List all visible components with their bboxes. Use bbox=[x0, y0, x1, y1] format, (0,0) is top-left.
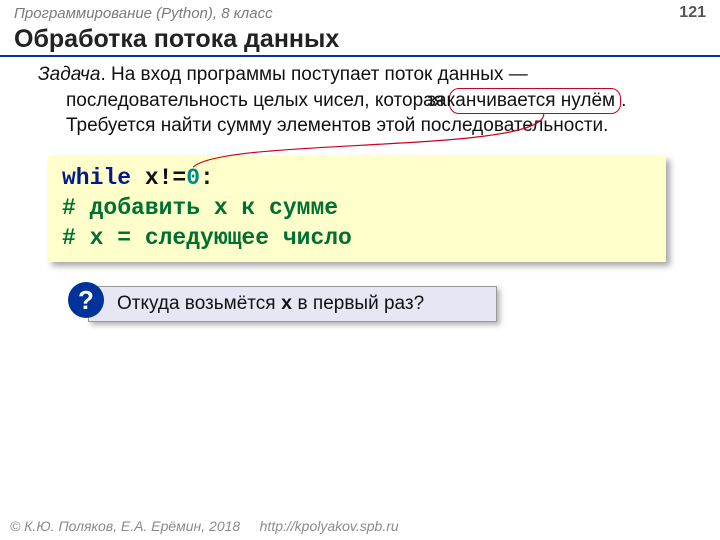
question-before: Откуда возьмётся bbox=[117, 293, 281, 314]
code-cond-var: x!= bbox=[131, 165, 186, 191]
code-block: while x!=0: # добавить x к сумме # x = с… bbox=[48, 156, 666, 262]
footer-copyright: © К.Ю. Поляков, Е.А. Ерёмин, 2018 bbox=[10, 518, 240, 534]
code-colon: : bbox=[200, 165, 214, 191]
code-keyword-while: while bbox=[62, 165, 131, 191]
question-mark-icon: ? bbox=[68, 282, 104, 318]
question-box: Откуда возьмётся x в первый раз? bbox=[88, 286, 497, 322]
highlight-ends-with-zero: заканчивается нулём bbox=[449, 88, 621, 114]
question-var: x bbox=[281, 293, 292, 315]
question-after: в первый раз? bbox=[292, 293, 424, 314]
code-comment-2: # x = следующее число bbox=[62, 224, 652, 254]
task-label: Задача bbox=[38, 64, 100, 85]
code-comment-1: # добавить x к сумме bbox=[62, 194, 652, 224]
course-label: Программирование (Python), 8 класс bbox=[14, 5, 273, 22]
footer-url: http://kpolyakov.spb.ru bbox=[260, 518, 399, 534]
task-paragraph: Задача. На вход программы поступает пото… bbox=[66, 63, 682, 138]
page-number: 121 bbox=[679, 4, 706, 22]
footer: © К.Ю. Поляков, Е.А. Ерёмин, 2018 http:/… bbox=[10, 518, 399, 534]
code-zero-literal: 0 bbox=[186, 165, 200, 191]
page-title: Обработка потока данных bbox=[0, 24, 720, 57]
